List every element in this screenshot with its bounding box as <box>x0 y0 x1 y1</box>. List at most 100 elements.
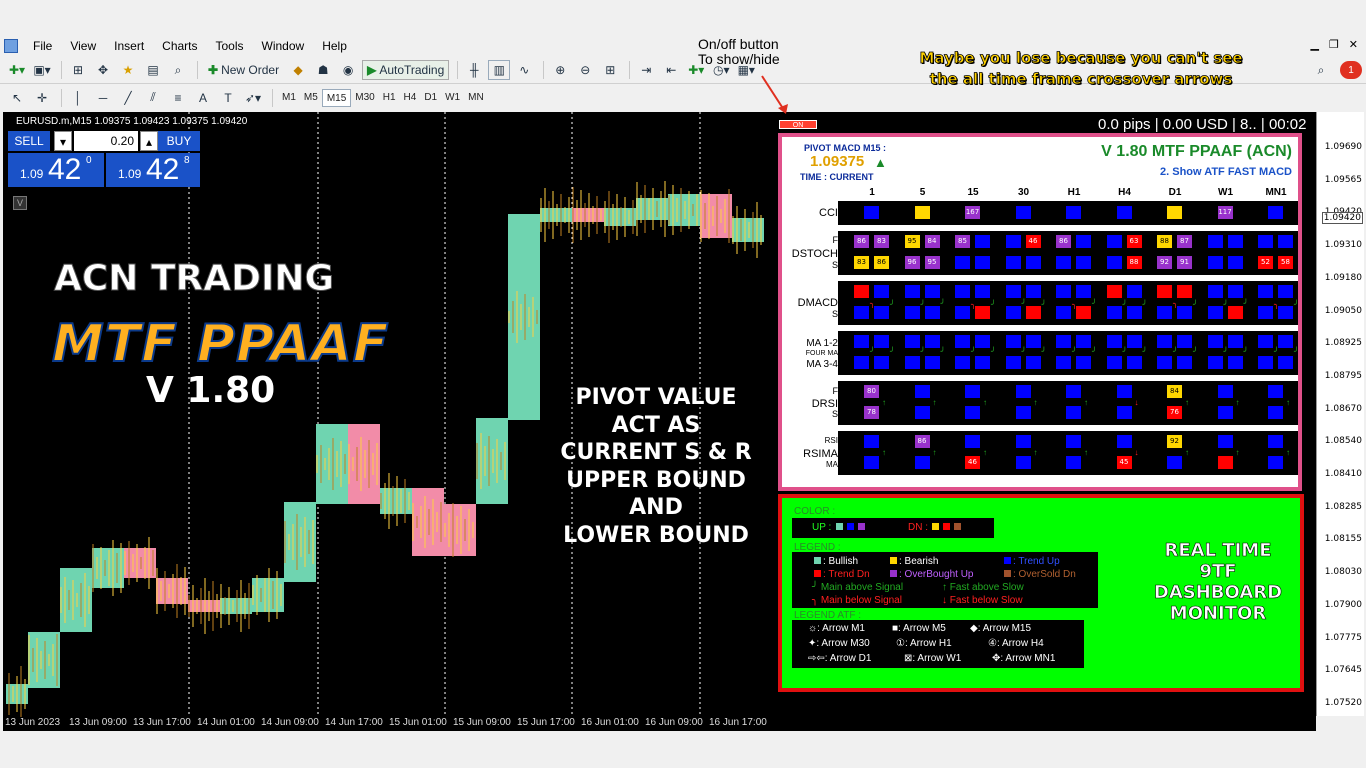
restore-icon[interactable]: ❐ <box>1329 38 1339 51</box>
tf-d1[interactable]: D1 <box>420 89 441 107</box>
profiles-icon[interactable]: ▣▾ <box>31 60 53 80</box>
signals-icon[interactable]: ☗ <box>312 60 334 80</box>
signal-arrow-icon: ↓ <box>1134 398 1139 407</box>
indicator-cell <box>975 285 990 298</box>
text-label-icon[interactable]: T <box>217 88 239 108</box>
menu-view[interactable]: View <box>61 37 105 55</box>
indicator-cell <box>955 356 970 369</box>
autoscroll-icon[interactable]: ⇥ <box>635 60 657 80</box>
indicator-cell <box>1066 385 1081 398</box>
minimize-icon[interactable]: ▁ <box>1310 38 1318 51</box>
pivot-description: PIVOT VALUE ACT AS CURRENT S & R UPPER B… <box>560 385 752 548</box>
channel-icon[interactable]: ⫽ <box>142 88 164 108</box>
tf-header: H4 <box>1118 187 1131 198</box>
sell-button[interactable]: SELL <box>8 131 50 151</box>
lot-size-input[interactable]: 0.20 <box>74 131 138 151</box>
market-watch-icon[interactable]: ⊞ <box>67 60 89 80</box>
favorites-icon[interactable]: ★ <box>117 60 139 80</box>
menu-charts[interactable]: Charts <box>153 37 206 55</box>
indicator-cell <box>965 435 980 448</box>
lot-dropdown-icon[interactable]: ▾ <box>54 131 72 151</box>
signal-arrow-icon: ╯ <box>1294 300 1299 309</box>
price-label: 1.09690 <box>1324 142 1362 152</box>
indicator-cell <box>914 456 930 469</box>
tf-m5[interactable]: M5 <box>300 89 322 107</box>
price-label: 1.07900 <box>1324 599 1362 610</box>
arrows-icon[interactable]: ➶▾ <box>242 88 264 108</box>
indicator-cell <box>1106 335 1122 348</box>
indicator-cell: 88 <box>1126 256 1142 269</box>
indicator-cell <box>1025 306 1041 319</box>
tf-w1[interactable]: W1 <box>441 89 464 107</box>
indicator-cell <box>1066 406 1081 419</box>
autotrading-button[interactable]: ▶ AutoTrading <box>362 60 450 80</box>
menu-window[interactable]: Window <box>253 37 314 55</box>
time-label: 15 Jun 09:00 <box>453 717 511 728</box>
row-label: F <box>832 386 839 396</box>
indicator-cell <box>1227 256 1243 269</box>
signal-arrow-icon: ╯ <box>940 347 946 356</box>
signal-arrow-icon: ╯ <box>890 300 895 309</box>
buy-button[interactable]: BUY <box>158 131 200 151</box>
bar-chart-icon[interactable]: ╫ <box>463 60 485 80</box>
indicator-cell <box>1207 306 1223 319</box>
indicator-cell <box>975 235 990 248</box>
indicator-cell: 95 <box>904 235 920 248</box>
indicator-cell <box>1066 435 1081 448</box>
market-icon[interactable]: ◉ <box>337 60 359 80</box>
menu-file[interactable]: File <box>24 37 61 55</box>
indicator-cell <box>1025 335 1041 348</box>
vertical-line-icon[interactable]: │ <box>67 88 89 108</box>
time-label: 13 Jun 2023 <box>5 717 61 728</box>
new-order-button[interactable]: ✚ New Order <box>203 60 284 80</box>
tile-windows-icon[interactable]: ⊞ <box>599 60 621 80</box>
menu-help[interactable]: Help <box>313 37 356 55</box>
sell-price[interactable]: 1.09 42 0 <box>8 153 104 187</box>
arrow-h1-icon: ① <box>896 638 905 649</box>
zoom-out-icon[interactable]: ⊖ <box>574 60 596 80</box>
lot-stepper-icon[interactable]: ▴ <box>140 131 158 151</box>
crosshair-icon[interactable]: ✛ <box>31 88 53 108</box>
trendline-icon[interactable]: ╱ <box>117 88 139 108</box>
line-chart-icon[interactable]: ∿ <box>513 60 535 80</box>
indicator-cell <box>975 335 990 348</box>
arrow-h4-icon: ④ <box>988 638 997 649</box>
crosshair-navigator-icon[interactable]: ✥ <box>92 60 114 80</box>
search-icon[interactable]: ⌕ <box>1310 60 1332 80</box>
tf-m30[interactable]: M30 <box>351 89 378 107</box>
new-chart-icon[interactable]: ✚▾ <box>6 60 28 80</box>
close-icon[interactable]: ✕ <box>1349 38 1358 51</box>
signal-arrow-icon: ↑ <box>1185 398 1189 407</box>
buy-price[interactable]: 1.09 42 8 <box>104 153 200 187</box>
menu-insert[interactable]: Insert <box>105 37 153 55</box>
terminal-icon[interactable]: ▤ <box>142 60 164 80</box>
tf-h4[interactable]: H4 <box>400 89 421 107</box>
tf-m1[interactable]: M1 <box>278 89 300 107</box>
cursor-icon[interactable]: ↖ <box>6 88 28 108</box>
indicator-cell <box>1015 456 1031 469</box>
indicator-cell <box>924 356 940 369</box>
signal-arrow-icon: ╯ <box>870 347 875 356</box>
candlestick-icon[interactable]: ▥ <box>488 60 511 80</box>
horizontal-line-icon[interactable]: ─ <box>92 88 114 108</box>
fibonacci-icon[interactable]: ≡ <box>167 88 189 108</box>
v-button[interactable]: V <box>13 196 27 210</box>
tf-h1[interactable]: H1 <box>379 89 400 107</box>
chart-shift-icon[interactable]: ⇤ <box>660 60 682 80</box>
zoom-in-icon[interactable]: ⊕ <box>549 60 571 80</box>
indicator-cell <box>1076 306 1091 319</box>
indicator-cell <box>1258 235 1273 248</box>
notifications-icon[interactable]: 1 <box>1340 61 1362 79</box>
price-label: 1.07775 <box>1324 632 1362 643</box>
metaeditor-icon[interactable]: ◆ <box>287 60 309 80</box>
indicator-cell <box>1126 335 1142 348</box>
menu-tools[interactable]: Tools <box>207 37 253 55</box>
indicator-cell <box>1227 235 1243 248</box>
text-icon[interactable]: A <box>192 88 214 108</box>
price-axis[interactable]: 1.09690 1.09565 1.09420 1.09310 1.09180 1.090… <box>1316 112 1364 716</box>
tester-icon[interactable]: ⌕ <box>167 60 189 80</box>
tf-m15[interactable]: M15 <box>321 88 352 107</box>
time-label: 13 Jun 17:00 <box>133 717 191 728</box>
tf-mn[interactable]: MN <box>464 89 488 107</box>
on-off-toggle-button[interactable]: ON <box>779 120 817 129</box>
